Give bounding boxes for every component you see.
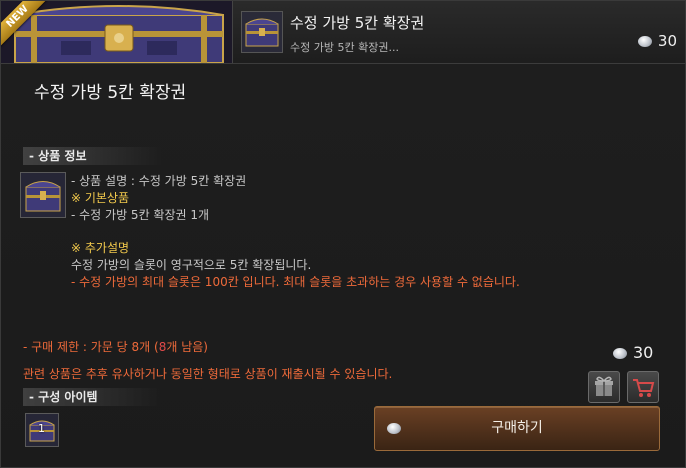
shop-item-panel: NEW 수정 가방 5칸 확장권 수정 가방 5칸 확장권... 30 수정 가… — [0, 0, 686, 468]
gift-button[interactable] — [588, 371, 620, 403]
item-thumbnail — [241, 11, 283, 53]
extra-info-warning: - 수정 가방의 최대 슬롯은 100칸 입니다. 최대 슬롯을 초과하는 경우… — [71, 275, 520, 289]
purchase-price: 30 — [613, 343, 653, 362]
product-item-icon[interactable] — [20, 172, 66, 218]
buy-button[interactable]: 구매하기 — [374, 406, 660, 451]
divider — [1, 63, 686, 64]
chest-icon — [25, 181, 61, 212]
purchase-limit: - 구매 제한 : 가문 당 8개 (8개 남음) — [23, 338, 208, 355]
section-composition: - 구성 아이템 — [23, 388, 163, 406]
silver-coin-icon — [637, 36, 652, 47]
item-banner-image: NEW — [1, 1, 233, 63]
composition-item-count: 1 — [38, 422, 45, 435]
purchase-price-value: 30 — [633, 343, 654, 362]
rerelease-notice: 관련 상품은 추후 유사하거나 동일한 형태로 상품이 재출시될 수 있습니다. — [23, 367, 393, 381]
silver-coin-icon — [387, 423, 401, 434]
extra-info-text: 수정 가방의 슬롯이 영구적으로 5칸 확장됩니다. — [71, 258, 312, 272]
product-description: - 상품 설명 : 수정 가방 5칸 확장권 — [71, 174, 247, 188]
basic-product-item: - 수정 가방 5칸 확장권 1개 — [71, 208, 210, 222]
extra-info-heading: ※ 추가설명 — [71, 241, 130, 255]
composition-item-slot[interactable]: 1 — [25, 413, 59, 447]
section-product-info: - 상품 정보 — [23, 147, 163, 165]
header-price-value: 30 — [657, 32, 677, 50]
header-title: 수정 가방 5칸 확장권 — [290, 14, 425, 32]
page-title: 수정 가방 5칸 확장권 — [34, 83, 187, 103]
cart-icon — [633, 379, 655, 397]
purchase-limit-prefix: - 구매 제한 : 가문 당 8개 ( — [23, 340, 159, 354]
header-subtitle: 수정 가방 5칸 확장권... — [290, 41, 399, 54]
header-price: 30 — [637, 32, 677, 50]
silver-coin-icon — [613, 348, 627, 359]
gift-icon — [595, 376, 613, 396]
cart-button[interactable] — [627, 371, 659, 403]
buy-button-label: 구매하기 — [491, 420, 543, 436]
purchase-limit-suffix: 개 남음) — [166, 340, 208, 354]
basic-product-heading: ※ 기본상품 — [71, 191, 130, 205]
chest-thumb-icon — [245, 18, 279, 47]
